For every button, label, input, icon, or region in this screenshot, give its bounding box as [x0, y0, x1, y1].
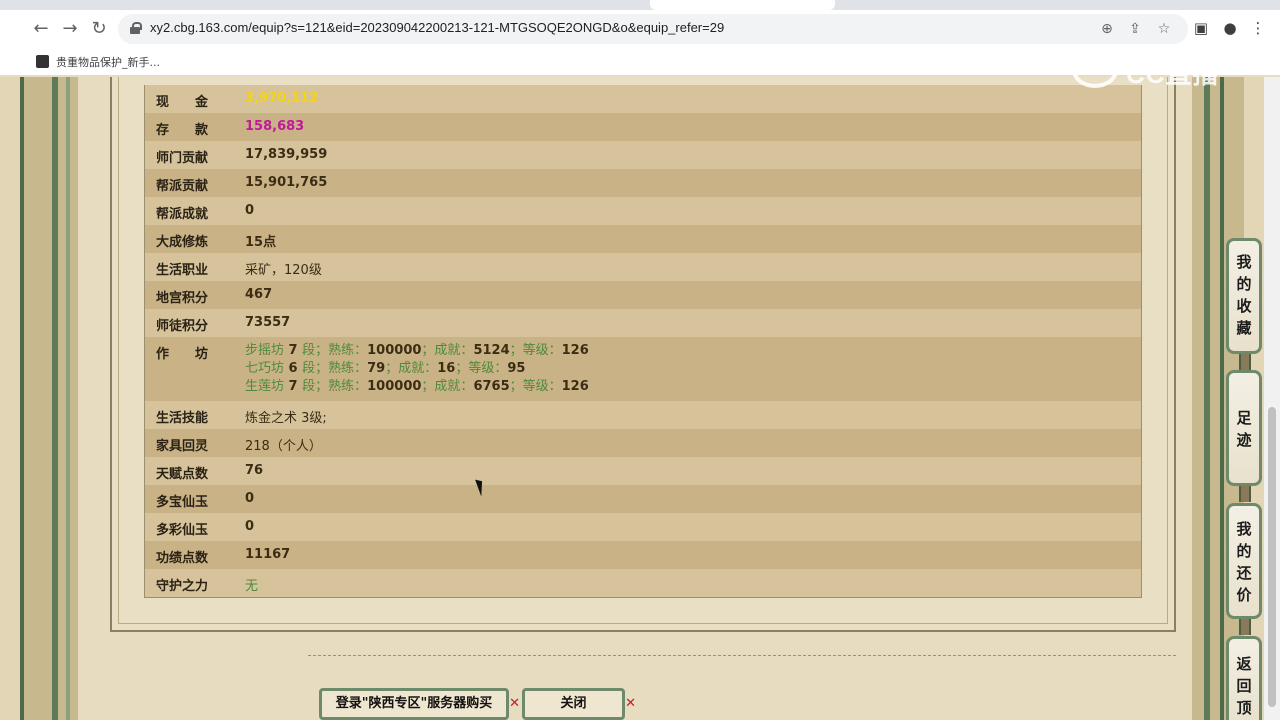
- info-key: 师徒积分: [156, 319, 209, 334]
- nav-connector: [1239, 619, 1251, 635]
- info-value: 76: [245, 463, 264, 478]
- info-value: 467: [245, 287, 273, 302]
- share-icon[interactable]: ⇪: [1126, 20, 1144, 38]
- info-row-deposit: 存 款 158,683: [145, 113, 1141, 141]
- info-row: 帮派贡献 15,901,765: [145, 169, 1141, 197]
- footprint-button[interactable]: 足迹: [1226, 370, 1262, 486]
- info-row: 生活职业 采矿，120级: [145, 253, 1141, 281]
- reload-icon[interactable]: ↻: [88, 18, 110, 40]
- tab-active[interactable]: [650, 0, 835, 10]
- info-value: 218（个人）: [245, 439, 322, 454]
- info-value: 采矿，120级: [245, 263, 322, 278]
- info-value: 15,901,765: [245, 175, 328, 190]
- buy-button[interactable]: 登录"陕西专区"服务器购买: [319, 688, 520, 720]
- info-key: 现 金: [156, 95, 209, 110]
- info-key: 多彩仙玉: [156, 523, 209, 538]
- info-value: 15点: [245, 235, 277, 250]
- info-key: 地宫积分: [156, 291, 209, 306]
- info-key: 家具回灵: [156, 439, 209, 454]
- info-key: 多宝仙玉: [156, 495, 209, 510]
- info-key: 帮派贡献: [156, 179, 209, 194]
- scrollbar-thumb[interactable]: [1268, 407, 1276, 707]
- lock-icon[interactable]: [130, 22, 142, 34]
- info-key: 生活职业: [156, 263, 209, 278]
- bookmark-favicon-icon: [36, 55, 49, 68]
- info-value: 73557: [245, 315, 291, 330]
- info-value: 炼金之术 3级;: [245, 411, 327, 426]
- info-row: 多彩仙玉 0: [145, 513, 1141, 541]
- my-favorites-button[interactable]: 我的收藏: [1226, 238, 1262, 354]
- close-button[interactable]: 关闭: [522, 688, 636, 720]
- info-value: 11167: [245, 547, 291, 562]
- info-row: 大成修炼 15点: [145, 225, 1141, 253]
- workshop-line: 步摇坊 7 段；熟练：100000；成就：5124；等级：126: [245, 343, 589, 358]
- info-row: 守护之力 无: [145, 569, 1141, 597]
- my-offers-button[interactable]: 我的还价: [1226, 503, 1262, 619]
- character-info-table: 现 金 3,970,112 存 款 158,683 师门贡献 17,839,95…: [144, 85, 1142, 598]
- info-row: 天赋点数 76: [145, 457, 1141, 485]
- profile-icon[interactable]: ●: [1220, 18, 1240, 38]
- info-row: 家具回灵 218（个人）: [145, 429, 1141, 457]
- info-value: 0: [245, 203, 255, 218]
- forward-icon[interactable]: →: [59, 18, 81, 40]
- zoom-icon[interactable]: ⊕: [1098, 20, 1116, 38]
- bookmark-item[interactable]: 贵重物品保护_新手...: [56, 54, 160, 70]
- info-key: 大成修炼: [156, 235, 209, 250]
- info-key: 存 款: [156, 123, 209, 138]
- star-icon[interactable]: ☆: [1155, 20, 1173, 38]
- workshop-line: 生莲坊 7 段；熟练：100000；成就：6765；等级：126: [245, 379, 589, 394]
- info-row: 师徒积分 73557: [145, 309, 1141, 337]
- page-content: 现 金 3,970,112 存 款 158,683 师门贡献 17,839,95…: [0, 77, 1280, 720]
- info-value-cash: 3,970,112: [245, 91, 319, 106]
- workshop-line: 七巧坊 6 段；熟练：79；成就：16；等级：95: [245, 361, 526, 376]
- info-key: 作 坊: [156, 347, 209, 362]
- workshop-list: 步摇坊 7 段；熟练：100000；成就：5124；等级：126 七巧坊 6 段…: [245, 342, 589, 396]
- info-key: 生活技能: [156, 411, 209, 426]
- back-icon[interactable]: ←: [30, 18, 52, 40]
- divider: [308, 655, 1176, 656]
- nav-connector: [1239, 486, 1251, 502]
- info-row: 帮派成就 0: [145, 197, 1141, 225]
- stream-watermark: CC直播: [1070, 50, 1240, 92]
- nav-connector: [1239, 354, 1251, 370]
- url-text: xy2.cbg.163.com/equip?s=121&eid=20230904…: [150, 20, 725, 35]
- info-key: 功绩点数: [156, 551, 209, 566]
- info-key: 天赋点数: [156, 467, 209, 482]
- info-row: 师门贡献 17,839,959: [145, 141, 1141, 169]
- browser-toolbar: ← → ↻ xy2.cbg.163.com/equip?s=121&eid=20…: [0, 10, 1280, 48]
- address-bar[interactable]: xy2.cbg.163.com/equip?s=121&eid=20230904…: [118, 14, 1188, 44]
- info-row-workshop: 作 坊 步摇坊 7 段；熟练：100000；成就：5124；等级：126 七巧坊…: [145, 337, 1141, 401]
- back-to-top-button[interactable]: 返回顶: [1226, 636, 1262, 720]
- info-value: 17,839,959: [245, 147, 328, 162]
- menu-icon[interactable]: ⋮: [1248, 18, 1268, 38]
- info-key: 守护之力: [156, 579, 209, 594]
- tab-strip: [0, 0, 1280, 10]
- watermark-logo-icon: [1072, 52, 1118, 88]
- info-value: 0: [245, 519, 255, 534]
- info-row: 功绩点数 11167: [145, 541, 1141, 569]
- info-value: 无: [245, 579, 259, 594]
- info-row: 地宫积分 467: [145, 281, 1141, 309]
- info-value: 0: [245, 491, 255, 506]
- side-panel-icon[interactable]: ▣: [1191, 18, 1211, 38]
- info-key: 帮派成就: [156, 207, 209, 222]
- page-scrollbar[interactable]: [1264, 77, 1280, 720]
- info-value-deposit: 158,683: [245, 119, 305, 134]
- info-row-cash: 现 金 3,970,112: [145, 85, 1141, 113]
- info-row: 多宝仙玉 0: [145, 485, 1141, 513]
- left-decorative-border: [20, 77, 78, 720]
- info-row: 生活技能 炼金之术 3级;: [145, 401, 1141, 429]
- info-key: 师门贡献: [156, 151, 209, 166]
